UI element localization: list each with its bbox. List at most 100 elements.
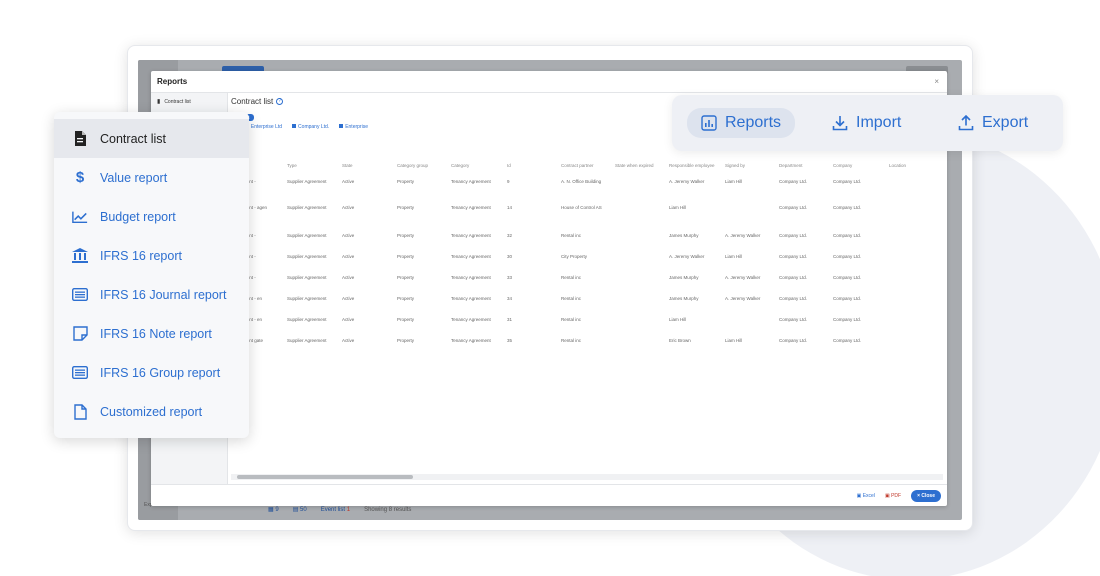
excel-button[interactable]: ▣ Excel [857, 493, 875, 499]
table-cell: Company Ltd. [833, 179, 862, 184]
table-cell: Active [342, 233, 355, 238]
app-footer-item[interactable]: ▤ 50 [293, 506, 307, 513]
tab-enterprise[interactable]: Enterprise [339, 124, 368, 131]
tab-company-ltd[interactable]: Company Ltd. [292, 124, 329, 131]
scrollbar-thumb[interactable] [237, 475, 413, 479]
document-icon: ▮ [157, 99, 161, 105]
pdf-button[interactable]: ▣ PDF [885, 493, 901, 499]
table-header-cell[interactable]: State when expired [615, 163, 654, 168]
table-cell: Active [342, 254, 355, 259]
tab-enterprise-ltd[interactable]: Enterprise Ltd [244, 124, 282, 131]
table-row[interactable]: Agreement -Supplier AgreementActivePrope… [231, 254, 943, 266]
table-row[interactable]: Agreement -Supplier AgreementActivePrope… [231, 233, 943, 245]
table-cell: Property [397, 275, 415, 280]
reports-button[interactable]: Reports [687, 108, 796, 138]
menu-item-budget-report[interactable]: Budget report [54, 197, 249, 236]
menu-item-value-report[interactable]: $ Value report [54, 158, 249, 197]
table-cell: Active [342, 205, 355, 210]
import-button[interactable]: Import [818, 108, 915, 138]
table-header-cell[interactable]: Department [779, 163, 803, 168]
table-cell: 30 [507, 254, 513, 259]
table-cell: A. Jeremy Walker [725, 275, 761, 280]
modal-footer: ▣ Excel ▣ PDF × Close [151, 484, 947, 506]
table-header-cell[interactable]: Signed by [725, 163, 745, 168]
close-icon[interactable]: × [934, 77, 939, 86]
table-header-cell[interactable]: Responsible employee [669, 163, 715, 168]
help-icon[interactable]: ? [276, 98, 284, 105]
table-cell: Company Ltd. [833, 275, 862, 280]
table-row[interactable]: Agreement gateSupplier AgreementActivePr… [231, 338, 943, 350]
list-icon [72, 365, 88, 381]
table-cell: Company Ltd. [779, 296, 808, 301]
table-cell: Active [342, 338, 355, 343]
dollar-icon: $ [75, 169, 85, 186]
menu-item-ifrs16-report[interactable]: IFRS 16 report [54, 236, 249, 275]
horizontal-scrollbar[interactable] [231, 474, 943, 480]
table-row[interactable]: Agreement - enSupplier AgreementActivePr… [231, 317, 943, 329]
table-cell: Tenancy Agreement [451, 275, 491, 280]
table-cell: Supplier Agreement [287, 275, 327, 280]
table-header-cell[interactable]: Company [833, 163, 852, 168]
table-cell: Supplier Agreement [287, 205, 327, 210]
table-cell: Company Ltd. [833, 296, 862, 301]
menu-item-ifrs16-note-report[interactable]: IFRS 16 Note report [54, 314, 249, 353]
modal-content: Contract list ? Active ⬇ al Enterprise L… [231, 97, 943, 483]
table-row[interactable]: Agreement -Supplier AgreementActivePrope… [231, 275, 943, 287]
close-button[interactable]: × Close [911, 490, 941, 502]
table-cell: Company Ltd. [833, 317, 862, 322]
table-header-cell[interactable]: Category group [397, 163, 428, 168]
file-icon [72, 403, 88, 420]
table-cell: Company Ltd. [833, 254, 862, 259]
document-icon [72, 131, 88, 147]
table-cell: Company Ltd. [779, 233, 808, 238]
table-cell: Property [397, 233, 415, 238]
modal-title: Reports [151, 71, 947, 93]
table-cell: Supplier Agreement [287, 179, 327, 184]
table-cell: Supplier Agreement [287, 233, 327, 238]
table-cell: Supplier Agreement [287, 254, 327, 259]
table-cell: Eric Brown [669, 338, 691, 343]
table-cell: 32 [507, 233, 513, 238]
export-button[interactable]: Export [944, 108, 1042, 138]
menu-item-customized-report[interactable]: Customized report [54, 392, 249, 431]
table-row[interactable]: Agreement - agen Supplier Agreement Active… [231, 205, 943, 217]
table-cell: A. Jeremy Walker [725, 296, 761, 301]
table-cell: A. N. Office Building [561, 179, 602, 184]
table-header-cell[interactable]: Type [287, 163, 297, 168]
modal-sidebar-item-contract-list[interactable]: ▮ Contract list [151, 93, 227, 110]
menu-item-contract-list[interactable]: Contract list [54, 119, 249, 158]
table-cell: A. Jeremy Walker [725, 233, 761, 238]
table-cell: Active [342, 296, 355, 301]
table-header-cell[interactable]: Id [507, 163, 511, 168]
table-cell: City Property [561, 254, 588, 259]
table-cell: Tenancy Agreement [451, 296, 491, 301]
export-toolbar: Reports Import Export [672, 95, 1063, 151]
table-cell: Property [397, 254, 415, 259]
table-cell: Active [342, 179, 355, 184]
table-row[interactable]: Agreement - enSupplier AgreementActivePr… [231, 296, 943, 308]
event-list-link[interactable]: Event list 1 [321, 507, 350, 513]
menu-item-ifrs16-group-report[interactable]: IFRS 16 Group report [54, 353, 249, 392]
app-footer-item[interactable]: ▦ 9 [268, 506, 279, 513]
table-cell: Tenancy Agreement [451, 179, 491, 184]
table-cell: 9 [507, 179, 510, 184]
table-cell: Property [397, 338, 415, 343]
table-cell: Company Ltd. [833, 338, 862, 343]
menu-item-ifrs16-journal-report[interactable]: IFRS 16 Journal report [54, 275, 249, 314]
table-cell: 14 [507, 205, 513, 210]
table-header-cell[interactable]: Location [889, 163, 906, 168]
table-header-row: Type State Category group Category Id Contrac… [231, 163, 943, 175]
table-cell: 35 [507, 338, 513, 343]
table-row[interactable]: Agreement -Supplier AgreementActivePrope… [231, 179, 943, 191]
table-cell: Company Ltd. [833, 205, 862, 210]
table-cell: Company Ltd. [779, 254, 808, 259]
table-header-cell[interactable]: Contract partner [561, 163, 594, 168]
line-chart-icon [72, 209, 88, 225]
table-header-cell[interactable]: State [342, 163, 353, 168]
table-header-cell[interactable]: Category [451, 163, 469, 168]
table-cell: Company Ltd. [833, 233, 862, 238]
table-cell: Tenancy Agreement [451, 317, 491, 322]
table-cell: Rental inc [561, 233, 582, 238]
table-cell: Liam Hill [725, 179, 743, 184]
table-cell: Property [397, 205, 415, 210]
